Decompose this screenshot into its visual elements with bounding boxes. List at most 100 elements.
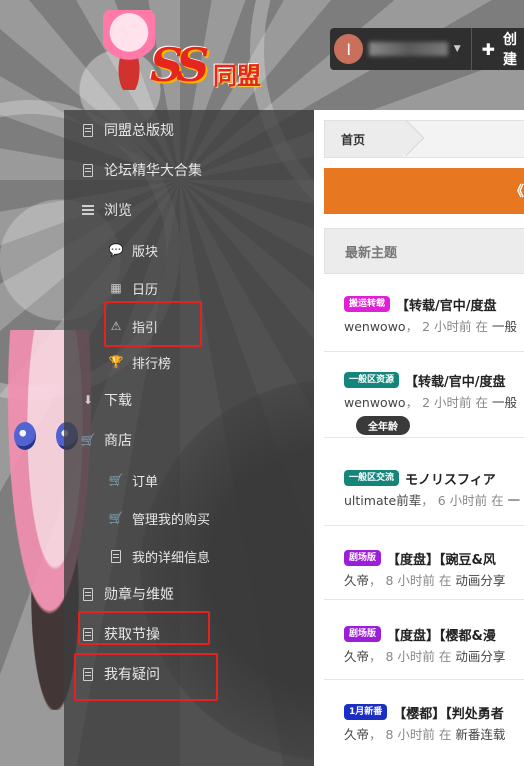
topic-time: 8 小时前 bbox=[385, 649, 435, 664]
sidebar-item-label: 勋章与维姬 bbox=[104, 587, 174, 603]
sidebar-item-downloads[interactable]: ⬇ 下载 bbox=[64, 380, 314, 420]
warning-icon: ⚠ bbox=[110, 319, 122, 333]
topic-in: 在 bbox=[491, 493, 504, 508]
document-icon bbox=[80, 162, 96, 178]
topic-title[interactable]: 【转载/官中/度盘 bbox=[405, 371, 506, 390]
topic-row[interactable]: 一般区交流 モノリスフィア ultimate前辈， 6 小时前 在 一 bbox=[324, 440, 524, 526]
topic-author[interactable]: 久帝 bbox=[344, 727, 369, 742]
sidebar-item-earn-points[interactable]: 获取节操 bbox=[64, 614, 314, 654]
comments-icon: 💬 bbox=[108, 243, 124, 257]
sidebar-item-label: 下载 bbox=[104, 393, 132, 409]
topic-category[interactable]: 动画分享 bbox=[455, 573, 505, 588]
sidebar-item-guide[interactable]: ⚠ 指引 bbox=[64, 306, 314, 346]
sidebar-item-leaderboard[interactable]: 🏆 排行榜 bbox=[64, 342, 314, 382]
divider bbox=[470, 28, 472, 70]
sidebar-item-faq[interactable]: 我有疑问 bbox=[64, 654, 314, 694]
topic-time: 8 小时前 bbox=[385, 727, 435, 742]
sidebar-item-label: 我有疑问 bbox=[104, 667, 160, 683]
username-blurred[interactable] bbox=[369, 42, 448, 56]
logo-name-text: 同盟 bbox=[213, 62, 261, 90]
topic-title[interactable]: 【转载/官中/度盘 bbox=[396, 295, 497, 314]
sidebar-item-label: 管理我的购买 bbox=[132, 512, 211, 528]
topic-category[interactable]: 动画分享 bbox=[455, 649, 505, 664]
topic-author[interactable]: wenwowo bbox=[344, 319, 406, 334]
cart-icon: 🛒 bbox=[108, 473, 124, 487]
topic-category[interactable]: 一 bbox=[508, 493, 521, 508]
topic-in: 在 bbox=[438, 649, 452, 664]
sidebar-item-shop[interactable]: 🛒 商店 bbox=[64, 420, 314, 460]
document-icon bbox=[80, 586, 96, 602]
prefix-badge: 一般区资源 bbox=[344, 372, 400, 388]
topic-category[interactable]: 一般 bbox=[492, 395, 517, 410]
sidebar-item-orders[interactable]: 🛒 订单 bbox=[64, 460, 314, 500]
breadcrumb: 首页 bbox=[324, 119, 524, 158]
sidebar-item-label: 版块 bbox=[132, 244, 159, 260]
sidebar-item-calendar[interactable]: ▦ 日历 bbox=[64, 268, 314, 308]
topic-in: 在 bbox=[475, 319, 489, 334]
topic-title[interactable]: モノリスフィア bbox=[405, 469, 496, 488]
sidebar-item-label: 浏览 bbox=[104, 203, 132, 219]
topic-title[interactable]: 【度盘】【豌豆&风 bbox=[387, 549, 496, 568]
sidebar-item-label: 论坛精华大合集 bbox=[104, 163, 202, 179]
plus-icon: ✚ bbox=[481, 39, 496, 59]
logo-mascot bbox=[103, 10, 155, 90]
topic-row[interactable]: 剧场版 【度盘】【樱都&漫 久帝， 8 小时前 在 动画分享 bbox=[324, 604, 524, 680]
prefix-badge: 一般区交流 bbox=[344, 470, 400, 486]
breadcrumb-home[interactable]: 首页 bbox=[325, 121, 403, 157]
topic-author[interactable]: wenwowo bbox=[344, 395, 406, 410]
sidebar-item-manage-purchases[interactable]: 🛒 管理我的购买 bbox=[64, 498, 314, 538]
topic-author[interactable]: 久帝 bbox=[344, 573, 369, 588]
sidebar-item-medals[interactable]: 勋章与维姬 bbox=[64, 574, 314, 614]
prefix-badge: 1月新番 bbox=[344, 704, 388, 720]
topic-row[interactable]: 剧场版 【度盘】【豌豆&风 久帝， 8 小时前 在 动画分享 bbox=[324, 528, 524, 600]
sidebar-item-label: 指引 bbox=[132, 320, 159, 336]
topic-row[interactable]: 一般区资源 【转载/官中/度盘 wenwowo， 2 小时前 在 一般 全年龄 bbox=[324, 360, 524, 438]
sidebar-item-my-details[interactable]: 我的详细信息 bbox=[64, 536, 314, 576]
sidebar-item-label: 排行榜 bbox=[132, 356, 172, 372]
sidebar: 同盟总版规 论坛精华大合集 浏览 💬 版块 ▦ 日历 ⚠ 指引 🏆 排行榜 ⬇ … bbox=[64, 110, 314, 766]
topic-author[interactable]: 久帝 bbox=[344, 649, 369, 664]
topic-category[interactable]: 一般 bbox=[492, 319, 517, 334]
sidebar-item-label: 同盟总版规 bbox=[104, 123, 174, 139]
topic-in: 在 bbox=[438, 727, 452, 742]
document-icon bbox=[80, 626, 96, 642]
age-rating-tag: 全年龄 bbox=[356, 416, 410, 435]
sidebar-item-label: 订单 bbox=[132, 474, 159, 490]
avatar[interactable]: I bbox=[334, 34, 364, 64]
site-logo[interactable]: SS 同盟 bbox=[95, 8, 290, 103]
prefix-badge: 剧场版 bbox=[344, 626, 382, 642]
sidebar-item-highlights[interactable]: 论坛精华大合集 bbox=[64, 150, 314, 190]
chevron-down-icon[interactable]: ▼ bbox=[454, 44, 461, 54]
topic-category[interactable]: 新番连载 bbox=[455, 727, 505, 742]
topic-row[interactable]: 1月新番 【樱都】【判处勇者 久帝， 8 小时前 在 新番连载 bbox=[324, 684, 524, 766]
topic-in: 在 bbox=[438, 573, 452, 588]
calendar-icon: ▦ bbox=[110, 281, 122, 295]
topic-row[interactable]: 搬运转载 【转载/官中/度盘 wenwowo， 2 小时前 在 一般 bbox=[324, 284, 524, 352]
topic-title[interactable]: 【樱都】【判处勇者 bbox=[393, 703, 504, 722]
announcement-banner[interactable]: 《同 bbox=[324, 168, 524, 214]
topic-in: 在 bbox=[475, 395, 489, 410]
create-button[interactable]: ✚ 创建 bbox=[482, 29, 524, 69]
user-bar: I ▼ ✚ 创建 bbox=[330, 28, 524, 70]
sidebar-item-forums[interactable]: 💬 版块 bbox=[64, 230, 314, 270]
topic-author[interactable]: ultimate前辈 bbox=[344, 493, 421, 508]
topic-meta: wenwowo， 2 小时前 在 一般 bbox=[344, 395, 518, 410]
topic-meta: wenwowo， 2 小时前 在 一般 bbox=[344, 319, 518, 334]
topic-time: 8 小时前 bbox=[385, 573, 435, 588]
list-icon bbox=[80, 202, 96, 218]
topic-title[interactable]: 【度盘】【樱都&漫 bbox=[387, 625, 496, 644]
document-icon bbox=[108, 548, 124, 564]
sidebar-item-label: 日历 bbox=[132, 282, 159, 298]
logo-ss-text: SS bbox=[150, 38, 209, 92]
download-icon: ⬇ bbox=[82, 393, 94, 407]
topic-meta: 久帝， 8 小时前 在 动画分享 bbox=[344, 573, 506, 588]
topic-meta: ultimate前辈， 6 小时前 在 一 bbox=[344, 493, 521, 508]
prefix-badge: 剧场版 bbox=[344, 550, 382, 566]
sidebar-item-rules[interactable]: 同盟总版规 bbox=[64, 110, 314, 150]
sidebar-item-browse[interactable]: 浏览 bbox=[64, 190, 314, 230]
topic-meta: 久帝， 8 小时前 在 新番连载 bbox=[344, 727, 506, 742]
topic-time: 2 小时前 bbox=[422, 319, 472, 334]
trophy-icon: 🏆 bbox=[108, 355, 124, 369]
cart-icon: 🛒 bbox=[80, 433, 96, 447]
latest-topics-heading: 最新主题 bbox=[324, 228, 524, 274]
